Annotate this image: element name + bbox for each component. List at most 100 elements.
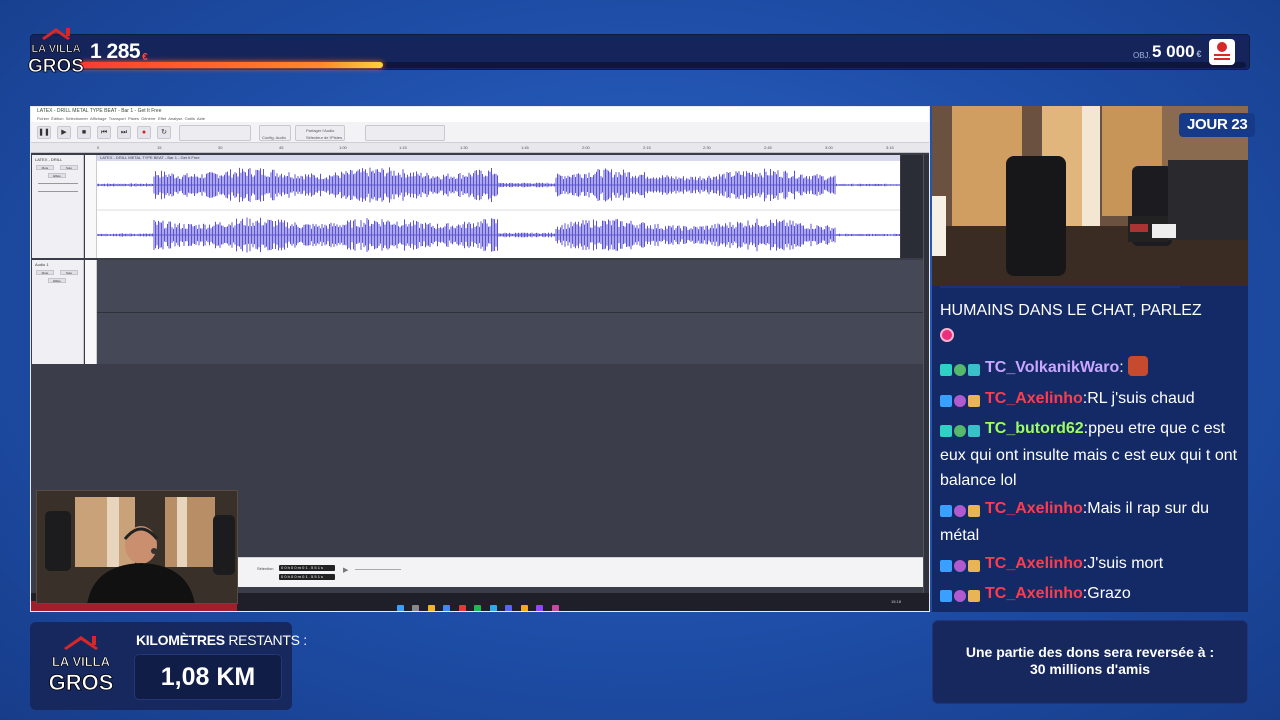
solo-button-2[interactable]: Solo <box>60 270 78 275</box>
meter-toolbar[interactable] <box>365 125 445 141</box>
gift-icon <box>968 363 980 376</box>
ruler-tick: 3:00 <box>825 145 833 150</box>
effects-button-2[interactable]: Effets <box>48 278 66 283</box>
gift-icon <box>968 589 980 602</box>
twitch-icon[interactable] <box>536 605 544 611</box>
audio-setup-button[interactable]: Config. Audio <box>259 125 291 141</box>
discord-icon[interactable] <box>505 605 513 611</box>
ruler-tick: 45 <box>279 145 284 150</box>
chat-username[interactable]: TC_butord62 <box>985 420 1084 437</box>
chat-username[interactable]: TC_Axelinho <box>985 500 1083 517</box>
menu-item[interactable]: Pistes <box>128 116 139 121</box>
skip-end-button[interactable]: ⏭ <box>117 126 131 139</box>
villa-des-gros-logo: LA VILLA GROS <box>48 636 114 695</box>
user-badges <box>940 388 982 413</box>
search-icon[interactable] <box>412 605 420 611</box>
track-control-panel-2[interactable]: Audio 1 Mute Solo Effets <box>32 260 84 364</box>
audacity-icon[interactable] <box>551 605 559 611</box>
loop-button[interactable]: ↻ <box>157 126 171 139</box>
track-control-panel[interactable]: LATEX - DRILL Mute Solo Effets <box>32 155 84 258</box>
chat-panel: HUMAINS DANS LE CHAT, PARLEZ TC_Volkanik… <box>932 286 1248 612</box>
record-button[interactable]: ● <box>137 126 151 139</box>
solo-button[interactable]: Solo <box>60 165 78 170</box>
audio-setup-label: Config. Audio <box>262 135 286 140</box>
skip-start-button[interactable]: ⏮ <box>97 126 111 139</box>
spotify-icon[interactable] <box>474 605 482 611</box>
play-speed-slider[interactable] <box>355 569 401 570</box>
chat-username[interactable]: TC_Axelinho <box>985 555 1083 572</box>
user-badges <box>940 583 982 608</box>
objective-currency: € <box>1196 49 1202 59</box>
empty-track[interactable] <box>97 260 923 364</box>
tray-clock[interactable]: 15:18 <box>891 599 901 604</box>
chat-username[interactable]: TC_VolkanikWaro <box>985 359 1119 376</box>
start-icon[interactable] <box>397 605 404 611</box>
chat-username[interactable]: TC_Axelinho <box>985 585 1083 602</box>
menu-item[interactable]: Édition <box>51 116 63 121</box>
pan-slider[interactable] <box>38 191 78 192</box>
menu-item[interactable]: Sélectionner <box>66 116 88 121</box>
menu-item[interactable]: Transport <box>109 116 126 121</box>
share-audio-label: Partager l'Audio <box>306 128 335 133</box>
chat-message: HUMAINS DANS LE CHAT, PARLEZ <box>940 298 1240 348</box>
donation-note-line2: 30 millions d'amis <box>1029 661 1151 677</box>
menu-item[interactable]: Outils <box>185 116 195 121</box>
menu-item[interactable]: Analyse <box>168 116 182 121</box>
chat-message: TC_Axelinho:RL j'suis chaud <box>940 386 1240 413</box>
selection-start-field[interactable]: 0 0 h 0 0 m 0 1 . 5 5 1 s <box>279 565 335 571</box>
timeline-ruler[interactable]: 0 15 30 45 1:00 1:15 1:30 1:45 2:00 2:15… <box>31 143 929 153</box>
stop-button[interactable]: ■ <box>77 126 91 139</box>
menu-item[interactable]: Affichage <box>90 116 107 121</box>
objective-amount: 5 000 € <box>1152 42 1202 61</box>
donation-note-line1: Une partie des dons sera reversée à : <box>965 644 1215 660</box>
svg-text:LA VILLA: LA VILLA <box>52 654 111 669</box>
play-button[interactable]: ▶ <box>57 126 71 139</box>
app-icon[interactable] <box>458 605 466 611</box>
menu-item[interactable]: Aide <box>197 116 205 121</box>
svg-text:GROS: GROS <box>49 670 114 695</box>
arrow-icon <box>940 394 952 407</box>
ruler-tick: 1:30 <box>460 145 468 150</box>
app-icon[interactable] <box>520 605 528 611</box>
selection-end-field[interactable]: 0 0 h 0 0 m 0 1 . 5 5 1 s <box>279 574 335 580</box>
ruler-tick: 2:15 <box>643 145 651 150</box>
transport-toolbar: ❚❚ ▶ ■ ⏮ ⏭ ● ↻ Config. Audio Partager l'… <box>31 122 929 143</box>
play-at-speed-icon[interactable]: ▶ <box>343 566 348 574</box>
ruler-tick: 2:00 <box>582 145 590 150</box>
ruler-tick: 1:15 <box>399 145 407 150</box>
arrow-icon <box>940 559 952 572</box>
badge-icon <box>954 424 966 437</box>
selection-label: Sélection <box>257 566 274 571</box>
track-name[interactable]: LATEX - DRILL <box>35 157 62 162</box>
vertical-scrollbar[interactable] <box>923 155 929 611</box>
gain-slider[interactable] <box>38 183 78 184</box>
chat-message: TC_Axelinho:Grazo <box>940 581 1240 608</box>
tools-toolbar[interactable] <box>179 125 251 141</box>
badge-icon <box>954 363 966 376</box>
effects-button[interactable]: Effets <box>48 173 66 178</box>
user-badges <box>940 418 982 443</box>
chat-username[interactable]: TC_Axelinho <box>985 390 1083 407</box>
browser-icon[interactable] <box>443 605 451 611</box>
svg-text:GROS: GROS <box>28 56 84 77</box>
chat-separator: : <box>1119 359 1124 376</box>
gift-icon <box>968 504 980 517</box>
telegram-icon[interactable] <box>489 605 497 611</box>
waveform-view[interactable] <box>96 155 900 258</box>
share-audio-button[interactable]: Partager l'Audio Sélecteur de l'Pistes <box>295 125 345 141</box>
mute-button-2[interactable]: Mute <box>36 270 54 275</box>
streamer-webcam <box>36 490 238 604</box>
mute-button[interactable]: Mute <box>36 165 54 170</box>
gift-icon <box>968 394 980 407</box>
track-name-2[interactable]: Audio 1 <box>35 262 49 267</box>
ruler-tick: 2:30 <box>703 145 711 150</box>
folder-icon[interactable] <box>427 605 435 611</box>
menu-item[interactable]: Générer <box>141 116 156 121</box>
menu-item[interactable]: Fichier <box>37 116 49 121</box>
arrow-icon <box>940 504 952 517</box>
menu-item[interactable]: Effet <box>158 116 166 121</box>
pause-button[interactable]: ❚❚ <box>37 126 51 139</box>
ruler-tick: 0 <box>97 145 100 150</box>
day-badge: JOUR 23 <box>1179 113 1256 137</box>
clip-title[interactable]: LATEX - DRILL METAL TYPE BEAT - Bar 1 - … <box>97 155 900 161</box>
